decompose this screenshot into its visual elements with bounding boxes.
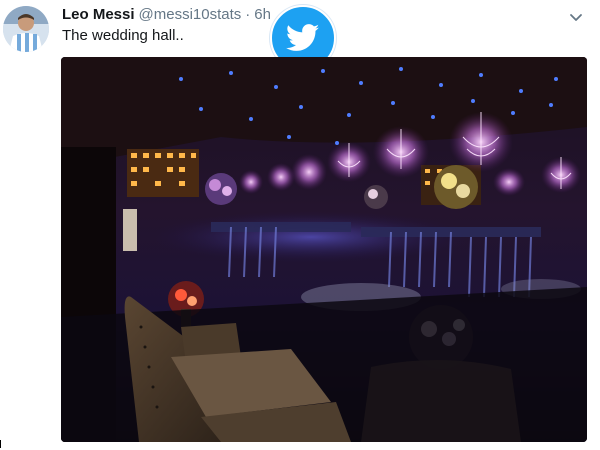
tweet-card: Leo Messi @messi10stats · 6h The wedding… [0,0,600,450]
separator-dot: · [245,6,251,23]
author-name[interactable]: Leo Messi [62,6,135,23]
text-cursor [0,440,1,448]
tweet-timestamp[interactable]: 6h [254,6,271,23]
chevron-down-icon[interactable] [569,10,583,21]
tweet-photo[interactable] [61,57,587,442]
tweet-text: The wedding hall.. [62,27,184,44]
avatar[interactable] [3,6,49,52]
author-handle[interactable]: @messi10stats [139,6,242,23]
tweet-header: Leo Messi @messi10stats · 6h [62,6,271,24]
